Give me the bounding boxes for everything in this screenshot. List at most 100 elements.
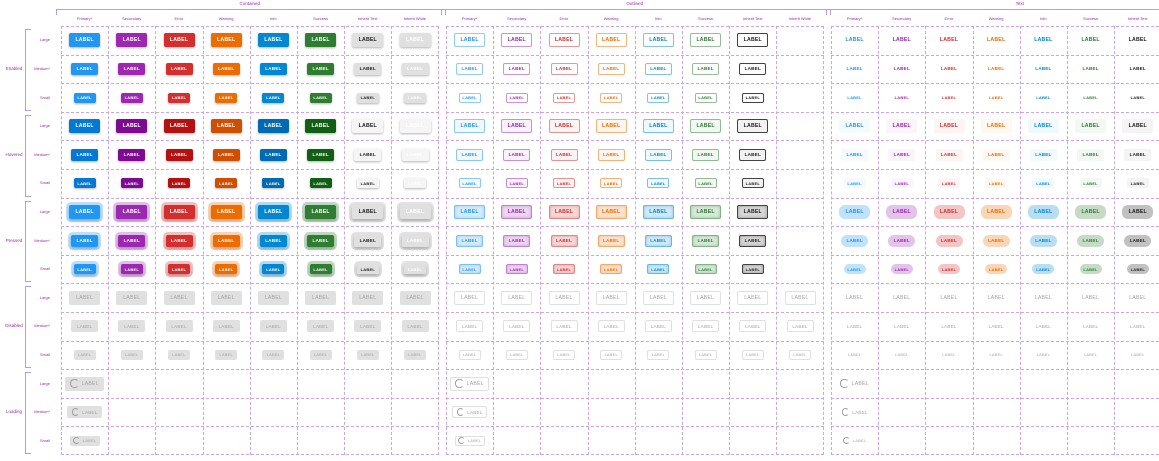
text-primary-pressed-medium-button[interactable]: LABEL — [841, 234, 869, 247]
contained-success-hovered-medium-button[interactable]: LABEL — [307, 148, 335, 161]
contained-success-hovered-large-button[interactable]: LABEL — [305, 119, 337, 134]
outlined-inherit-text-enabled-large-button[interactable]: LABEL — [737, 33, 769, 48]
text-success-hovered-medium-button[interactable]: LABEL — [1077, 148, 1105, 161]
contained-info-hovered-large-button[interactable]: LABEL — [257, 119, 289, 134]
outlined-secondary-pressed-small-button[interactable]: LABEL — [505, 264, 528, 275]
text-primary-enabled-small-button[interactable]: LABEL — [844, 93, 866, 103]
outlined-warning-enabled-small-button[interactable]: LABEL — [600, 92, 623, 103]
contained-success-pressed-small-button[interactable]: LABEL — [309, 264, 332, 275]
outlined-warning-hovered-small-button[interactable]: LABEL — [600, 178, 623, 189]
text-secondary-pressed-medium-button[interactable]: LABEL — [888, 234, 916, 247]
text-error-enabled-medium-button[interactable]: LABEL — [936, 63, 963, 75]
text-secondary-pressed-large-button[interactable]: LABEL — [886, 204, 918, 219]
outlined-info-pressed-small-button[interactable]: LABEL — [647, 264, 670, 275]
contained-warning-enabled-medium-button[interactable]: LABEL — [212, 62, 240, 75]
contained-info-hovered-medium-button[interactable]: LABEL — [259, 148, 287, 161]
text-primary-pressed-large-button[interactable]: LABEL — [839, 204, 871, 219]
text-primary-hovered-small-button[interactable]: LABEL — [843, 178, 866, 189]
outlined-error-hovered-small-button[interactable]: LABEL — [553, 178, 575, 189]
contained-inherit-white-pressed-small-button[interactable]: LABEL — [404, 264, 426, 275]
outlined-primary-loading-large-button[interactable]: LABEL — [450, 376, 490, 391]
outlined-primary-enabled-small-button[interactable]: LABEL — [458, 92, 481, 103]
text-warning-enabled-large-button[interactable]: LABEL — [981, 33, 1012, 47]
contained-inherit-white-enabled-small-button[interactable]: LABEL — [404, 92, 426, 103]
contained-inherit-text-enabled-small-button[interactable]: LABEL — [356, 92, 379, 103]
contained-success-enabled-large-button[interactable]: LABEL — [305, 33, 337, 48]
contained-inherit-text-hovered-small-button[interactable]: LABEL — [356, 178, 379, 189]
contained-warning-pressed-small-button[interactable]: LABEL — [215, 264, 238, 275]
outlined-success-pressed-large-button[interactable]: LABEL — [690, 204, 722, 219]
contained-info-enabled-medium-button[interactable]: LABEL — [259, 62, 287, 75]
text-inherit-text-pressed-medium-button[interactable]: LABEL — [1124, 234, 1152, 247]
contained-warning-hovered-large-button[interactable]: LABEL — [210, 119, 242, 134]
contained-primary-pressed-small-button[interactable]: LABEL — [73, 264, 96, 275]
outlined-primary-hovered-medium-button[interactable]: LABEL — [456, 148, 484, 161]
contained-secondary-hovered-small-button[interactable]: LABEL — [120, 178, 143, 189]
contained-primary-enabled-medium-button[interactable]: LABEL — [71, 62, 99, 75]
outlined-success-enabled-small-button[interactable]: LABEL — [694, 92, 717, 103]
outlined-inherit-text-hovered-large-button[interactable]: LABEL — [737, 119, 769, 134]
contained-warning-hovered-small-button[interactable]: LABEL — [215, 178, 238, 189]
contained-error-pressed-medium-button[interactable]: LABEL — [165, 234, 193, 247]
text-secondary-enabled-large-button[interactable]: LABEL — [886, 33, 917, 47]
outlined-error-pressed-large-button[interactable]: LABEL — [548, 204, 580, 219]
contained-secondary-enabled-large-button[interactable]: LABEL — [116, 33, 148, 48]
contained-primary-hovered-large-button[interactable]: LABEL — [69, 119, 101, 134]
outlined-secondary-enabled-medium-button[interactable]: LABEL — [503, 62, 531, 75]
contained-inherit-text-pressed-small-button[interactable]: LABEL — [356, 264, 379, 275]
text-secondary-pressed-small-button[interactable]: LABEL — [890, 264, 913, 275]
text-info-pressed-large-button[interactable]: LABEL — [1027, 204, 1059, 219]
outlined-error-hovered-medium-button[interactable]: LABEL — [550, 148, 578, 161]
outlined-inherit-text-pressed-small-button[interactable]: LABEL — [741, 264, 764, 275]
text-secondary-hovered-small-button[interactable]: LABEL — [890, 178, 913, 189]
text-warning-pressed-medium-button[interactable]: LABEL — [982, 234, 1010, 247]
outlined-error-enabled-large-button[interactable]: LABEL — [548, 33, 580, 48]
text-secondary-enabled-medium-button[interactable]: LABEL — [888, 63, 915, 75]
outlined-error-enabled-medium-button[interactable]: LABEL — [550, 62, 578, 75]
outlined-primary-pressed-large-button[interactable]: LABEL — [454, 204, 486, 219]
contained-error-enabled-large-button[interactable]: LABEL — [163, 33, 195, 48]
contained-error-hovered-small-button[interactable]: LABEL — [168, 178, 190, 189]
text-error-hovered-medium-button[interactable]: LABEL — [935, 148, 963, 161]
outlined-info-enabled-medium-button[interactable]: LABEL — [644, 62, 672, 75]
contained-inherit-white-pressed-large-button[interactable]: LABEL — [399, 204, 431, 219]
outlined-success-pressed-medium-button[interactable]: LABEL — [692, 234, 720, 247]
outlined-secondary-pressed-medium-button[interactable]: LABEL — [503, 234, 531, 247]
outlined-primary-enabled-large-button[interactable]: LABEL — [454, 33, 486, 48]
text-warning-hovered-medium-button[interactable]: LABEL — [982, 148, 1010, 161]
contained-error-pressed-small-button[interactable]: LABEL — [168, 264, 190, 275]
text-error-hovered-large-button[interactable]: LABEL — [933, 119, 965, 134]
contained-info-enabled-large-button[interactable]: LABEL — [257, 33, 289, 48]
outlined-primary-pressed-small-button[interactable]: LABEL — [458, 264, 481, 275]
text-success-hovered-large-button[interactable]: LABEL — [1075, 119, 1107, 134]
outlined-inherit-text-pressed-medium-button[interactable]: LABEL — [739, 234, 767, 247]
contained-success-pressed-medium-button[interactable]: LABEL — [307, 234, 335, 247]
text-inherit-text-pressed-large-button[interactable]: LABEL — [1122, 204, 1154, 219]
text-info-pressed-medium-button[interactable]: LABEL — [1029, 234, 1057, 247]
contained-info-pressed-large-button[interactable]: LABEL — [257, 204, 289, 219]
contained-secondary-hovered-large-button[interactable]: LABEL — [116, 119, 148, 134]
text-error-pressed-medium-button[interactable]: LABEL — [935, 234, 963, 247]
outlined-success-pressed-small-button[interactable]: LABEL — [694, 264, 717, 275]
outlined-primary-enabled-medium-button[interactable]: LABEL — [456, 62, 484, 75]
contained-inherit-white-hovered-small-button[interactable]: LABEL — [404, 178, 426, 189]
text-primary-enabled-medium-button[interactable]: LABEL — [841, 63, 868, 75]
outlined-inherit-text-hovered-medium-button[interactable]: LABEL — [739, 148, 767, 161]
outlined-success-hovered-medium-button[interactable]: LABEL — [692, 148, 720, 161]
contained-primary-hovered-small-button[interactable]: LABEL — [73, 178, 96, 189]
contained-inherit-text-pressed-medium-button[interactable]: LABEL — [354, 234, 382, 247]
text-primary-loading-large-button[interactable]: LABEL — [835, 377, 874, 391]
contained-success-hovered-small-button[interactable]: LABEL — [309, 178, 332, 189]
contained-error-enabled-medium-button[interactable]: LABEL — [165, 62, 193, 75]
outlined-inherit-text-hovered-small-button[interactable]: LABEL — [741, 178, 764, 189]
outlined-primary-hovered-small-button[interactable]: LABEL — [458, 178, 481, 189]
outlined-warning-pressed-small-button[interactable]: LABEL — [600, 264, 623, 275]
contained-primary-pressed-medium-button[interactable]: LABEL — [71, 234, 99, 247]
text-primary-loading-medium-button[interactable]: LABEL — [837, 406, 872, 418]
contained-warning-hovered-medium-button[interactable]: LABEL — [212, 148, 240, 161]
text-error-pressed-small-button[interactable]: LABEL — [938, 264, 960, 275]
outlined-warning-hovered-medium-button[interactable]: LABEL — [597, 148, 625, 161]
text-info-hovered-small-button[interactable]: LABEL — [1032, 178, 1055, 189]
outlined-primary-hovered-large-button[interactable]: LABEL — [454, 119, 486, 134]
text-primary-enabled-large-button[interactable]: LABEL — [839, 33, 870, 47]
